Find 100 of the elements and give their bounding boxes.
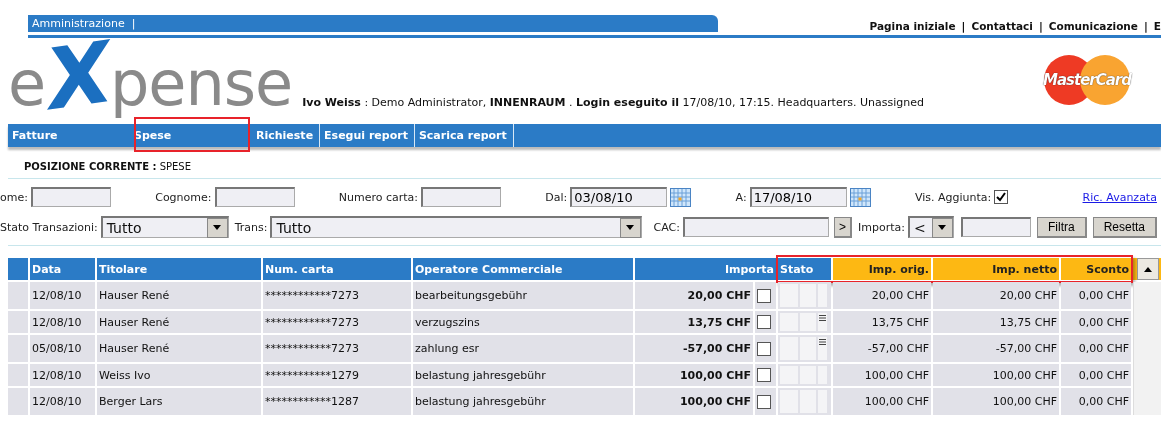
table-cell: 12/08/10 xyxy=(30,311,95,333)
lookup-button[interactable]: > xyxy=(834,216,852,238)
field-label: ome: xyxy=(0,190,28,204)
checkbox[interactable] xyxy=(757,341,771,356)
arrow-up-icon xyxy=(1144,266,1152,272)
header-cell xyxy=(8,258,28,280)
filter-button[interactable]: Resetta xyxy=(1092,216,1157,238)
table-cell: 13,75 CHF xyxy=(833,311,931,333)
table-cell: Hauser René xyxy=(97,335,261,362)
link-separator: | xyxy=(1143,20,1148,32)
date-field[interactable]: 03/08/10 xyxy=(570,187,668,207)
field-label: Vis. Aggiunta: xyxy=(914,190,992,204)
table-cell: bearbeitungsgebühr xyxy=(413,282,633,309)
notes-icon[interactable] xyxy=(819,339,826,345)
nav-tab[interactable]: Fatture xyxy=(8,124,130,147)
dropdown-arrow-icon xyxy=(938,225,947,230)
table-cell: ************1287 xyxy=(263,388,411,415)
table-cell: ************7273 xyxy=(263,282,411,309)
column-header[interactable]: Stato xyxy=(778,258,831,280)
table-cell: 100,00 CHF xyxy=(933,388,1059,415)
table-cell: 100,00 CHF xyxy=(635,364,753,386)
field-label: Stato Transazioni: xyxy=(0,220,98,234)
table-cell: 05/08/10 xyxy=(30,335,95,362)
row-marker-cell xyxy=(8,311,28,333)
table-cell: zahlung esr xyxy=(413,335,633,362)
text-field[interactable] xyxy=(421,187,502,207)
select-field[interactable]: < xyxy=(907,216,954,238)
column-header[interactable]: Num. carta xyxy=(263,258,411,280)
table-cell: 20,00 CHF xyxy=(833,282,931,309)
field-label: Cognome: xyxy=(155,190,212,204)
checkbox[interactable] xyxy=(757,315,771,329)
table-cell: -57,00 CHF xyxy=(933,335,1059,362)
select-field[interactable]: Tutto xyxy=(270,216,642,238)
header-link[interactable]: E xyxy=(1153,20,1161,32)
column-header[interactable]: Imp. orig. xyxy=(833,258,931,280)
select-field[interactable]: Tutto xyxy=(100,216,229,238)
table-cell: ************7273 xyxy=(263,311,411,333)
row-marker-cell xyxy=(8,335,28,362)
table-cell: Hauser René xyxy=(97,311,261,333)
header-link[interactable]: Pagina iniziale xyxy=(869,20,956,32)
checkbox[interactable] xyxy=(994,190,1009,204)
column-header[interactable]: Sconto xyxy=(1061,258,1131,280)
link-separator: | xyxy=(961,20,966,32)
table-cell: 0,00 CHF xyxy=(1061,388,1131,415)
notes-icon[interactable] xyxy=(819,315,826,321)
date-field[interactable]: 17/08/10 xyxy=(749,187,847,207)
text-field[interactable] xyxy=(214,187,295,207)
nav-tab[interactable]: Richieste xyxy=(252,124,321,147)
table-cell: 13,75 CHF xyxy=(933,311,1059,333)
dropdown-arrow-icon xyxy=(213,225,222,230)
table-cell: Berger Lars xyxy=(97,388,261,415)
column-header[interactable]: Imp. netto xyxy=(933,258,1059,280)
field-label: Dal: xyxy=(545,190,568,204)
table-cell: 0,00 CHF xyxy=(1061,282,1131,309)
advanced-search-link[interactable]: Ric. Avanzata xyxy=(1082,190,1157,204)
header-link[interactable]: Contattaci xyxy=(971,20,1033,32)
link-separator: | xyxy=(1038,20,1043,32)
text-field[interactable] xyxy=(30,187,111,207)
checkbox[interactable] xyxy=(757,394,771,409)
calendar-icon[interactable] xyxy=(849,187,871,207)
column-header[interactable]: Importa xyxy=(635,258,776,280)
table-cell: -57,00 CHF xyxy=(833,335,931,362)
nav-tab[interactable]: Esegui report xyxy=(320,124,415,147)
table-cell: Hauser René xyxy=(97,282,261,309)
expense-logo: e X pense xyxy=(8,34,293,124)
field-label: A: xyxy=(735,190,747,204)
table-cell: 100,00 CHF xyxy=(635,388,753,415)
dropdown-arrow-icon xyxy=(626,225,635,230)
table-cell: Weiss Ivo xyxy=(97,364,261,386)
header-link[interactable]: Comunicazione xyxy=(1048,20,1138,32)
table-cell: 12/08/10 xyxy=(30,364,95,386)
table-cell: ************7273 xyxy=(263,335,411,362)
table-cell: 0,00 CHF xyxy=(1061,335,1131,362)
checkbox[interactable] xyxy=(757,368,771,382)
column-header[interactable]: Titolare xyxy=(97,258,261,280)
table-cell: 100,00 CHF xyxy=(833,364,931,386)
table-cell: verzugszins xyxy=(413,311,633,333)
table-cell: belastung jahresgebühr xyxy=(413,388,633,415)
column-header[interactable]: Operatore Commerciale xyxy=(413,258,633,280)
table-cell: 100,00 CHF xyxy=(833,388,931,415)
nav-tab[interactable]: Spese xyxy=(130,124,252,147)
calendar-icon[interactable] xyxy=(670,187,692,207)
table-cell: 12/08/10 xyxy=(30,282,95,309)
field-label: Importa: xyxy=(858,220,905,234)
scrollbar-track[interactable] xyxy=(1133,282,1161,415)
amount-field[interactable] xyxy=(960,217,1031,237)
checkbox[interactable] xyxy=(757,288,771,303)
column-header[interactable]: Data xyxy=(30,258,95,280)
field-label: Numero carta: xyxy=(338,190,419,204)
table-cell: 20,00 CHF xyxy=(933,282,1059,309)
row-marker-cell xyxy=(8,364,28,386)
filter-button[interactable]: Filtra xyxy=(1036,216,1087,238)
text-field[interactable] xyxy=(683,217,829,237)
table-cell: 0,00 CHF xyxy=(1061,311,1131,333)
table-cell: 100,00 CHF xyxy=(933,364,1059,386)
nav-tab[interactable]: Scarica report xyxy=(414,124,514,147)
field-label: CAC: xyxy=(653,220,680,234)
field-label: Trans: xyxy=(234,220,268,234)
admin-tab[interactable]: Amministrazione | xyxy=(28,15,718,32)
table-cell: belastung jahresgebühr xyxy=(413,364,633,386)
